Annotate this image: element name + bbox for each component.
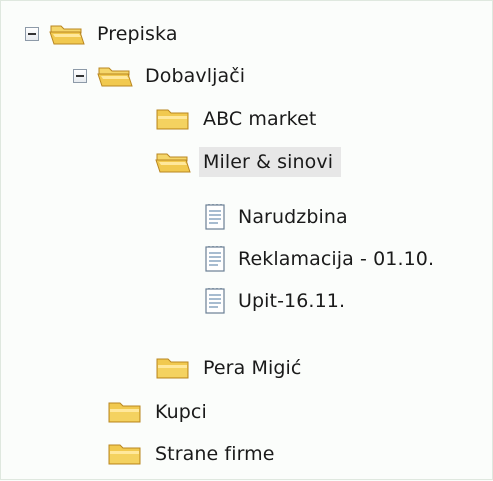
folder-tree: Prepiska Dobavljači ABC market Miler & s…	[1, 1, 493, 481]
tree-node-strane-firme[interactable]: Strane firme	[107, 436, 279, 472]
open-folder-icon	[97, 67, 133, 87]
tree-node-upit[interactable]: Upit-16.11.	[204, 283, 349, 319]
tree-node-label: Reklamacija - 01.10.	[238, 248, 435, 270]
folder-icon	[108, 402, 141, 423]
tree-node-kupci[interactable]: Kupci	[107, 394, 211, 430]
tree-node-reklamacija[interactable]: Reklamacija - 01.10.	[204, 241, 438, 277]
tree-node-prepiska[interactable]: Prepiska	[25, 16, 182, 52]
collapse-icon[interactable]	[73, 69, 87, 83]
tree-node-label: Dobavljači	[145, 65, 246, 87]
open-folder-icon	[49, 25, 85, 45]
tree-node-dobavljaci[interactable]: Dobavljači	[73, 58, 249, 94]
open-folder-icon	[155, 153, 191, 173]
tree-node-label: ABC market	[203, 108, 317, 130]
tree-node-pera-migic[interactable]: Pera Migić	[155, 350, 305, 386]
tree-node-label: Kupci	[155, 401, 207, 423]
document-icon	[205, 288, 225, 314]
tree-node-label: Narudzbina	[238, 206, 348, 228]
document-icon	[205, 246, 225, 272]
collapse-icon[interactable]	[25, 27, 39, 41]
tree-node-narudzbina[interactable]: Narudzbina	[204, 199, 352, 235]
document-icon	[205, 204, 225, 230]
tree-node-miler-sinovi[interactable]: Miler & sinovi	[155, 144, 342, 180]
tree-node-abc-market[interactable]: ABC market	[155, 101, 320, 137]
folder-icon	[108, 444, 141, 465]
tree-node-label: Upit-16.11.	[238, 290, 346, 312]
folder-icon	[156, 358, 189, 379]
tree-node-label: Miler & sinovi	[199, 147, 342, 177]
tree-node-label: Strane firme	[155, 443, 275, 465]
tree-node-label: Prepiska	[97, 23, 178, 45]
folder-icon	[156, 109, 189, 130]
tree-node-label: Pera Migić	[203, 357, 302, 379]
